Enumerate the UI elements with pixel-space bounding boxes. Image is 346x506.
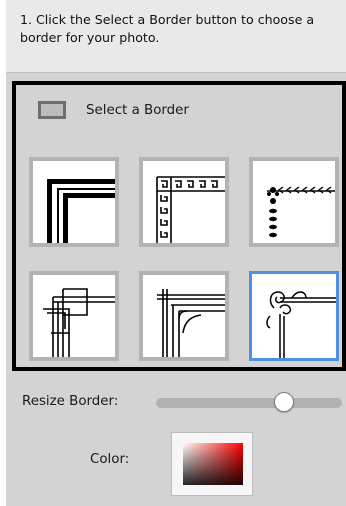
resize-border-slider[interactable] <box>156 392 342 412</box>
border-option-curved-inner-corner[interactable] <box>139 271 229 361</box>
color-label: Color: <box>90 452 130 467</box>
curved-inner-corner-border-icon <box>157 289 225 357</box>
border-option-greek-key[interactable] <box>139 157 229 247</box>
instruction-text: 1. Click the Select a Border button to c… <box>6 0 346 72</box>
interlaced-lines-border-icon <box>43 288 115 357</box>
leaf-vine-border-icon <box>267 186 335 238</box>
select-border-button[interactable]: Select a Border <box>38 97 189 123</box>
border-frame-icon <box>38 101 66 119</box>
border-selection-panel: Select a Border <box>12 81 346 371</box>
border-option-scroll-flourish[interactable] <box>249 271 339 361</box>
thick-double-line-border-icon <box>47 179 115 243</box>
resize-border-row: Resize Border: <box>6 392 346 414</box>
color-picker-swatch[interactable] <box>171 432 253 496</box>
border-option-thick-double-line[interactable] <box>29 157 119 247</box>
resize-border-label: Resize Border: <box>22 394 119 409</box>
border-panel-container: 1. Click the Select a Border button to c… <box>6 0 346 506</box>
resize-border-slider-thumb[interactable] <box>274 392 295 412</box>
border-option-leaf-vine[interactable] <box>249 157 339 247</box>
greek-key-border-icon <box>156 176 225 243</box>
scroll-flourish-border-icon <box>266 291 336 358</box>
color-gradient-preview <box>183 443 243 485</box>
divider <box>6 72 346 73</box>
select-border-label: Select a Border <box>86 102 189 118</box>
border-option-interlaced-lines[interactable] <box>29 271 119 361</box>
